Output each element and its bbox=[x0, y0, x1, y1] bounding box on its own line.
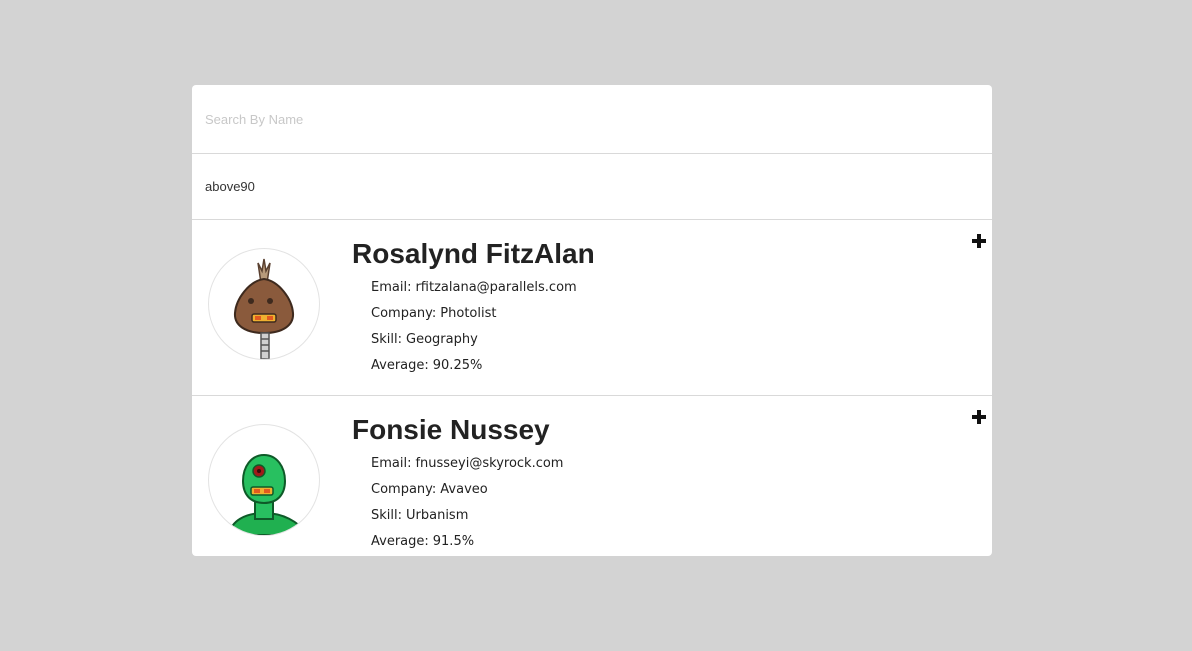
search-by-name-input[interactable] bbox=[192, 85, 992, 153]
average-value: 90.25% bbox=[432, 358, 483, 373]
student-item: Fonsie Nussey Email: fnusseyi@skyrock.com… bbox=[192, 396, 992, 556]
skill-label: Skill: bbox=[371, 508, 402, 523]
company-value: Avaveo bbox=[440, 482, 488, 497]
skill-value: Geography bbox=[406, 332, 478, 347]
avatar bbox=[208, 424, 320, 536]
email-label: Email: bbox=[371, 280, 412, 295]
company-line: Company: Avaveo bbox=[371, 478, 563, 504]
robot-brown-avatar-icon bbox=[233, 258, 295, 359]
tag-filter-row bbox=[192, 154, 992, 220]
skill-line: Skill: Geography bbox=[371, 328, 577, 354]
company-line: Company: Photolist bbox=[371, 302, 577, 328]
average-value: 91.5% bbox=[432, 534, 475, 549]
tag-filter-input[interactable] bbox=[192, 154, 992, 219]
email-line: Email: fnusseyi@skyrock.com bbox=[371, 452, 563, 478]
student-item: Rosalynd FitzAlan Email: rfitzalana@paral… bbox=[192, 220, 992, 396]
expand-plus-icon[interactable] bbox=[972, 410, 986, 424]
email-line: Email: rfitzalana@parallels.com bbox=[371, 276, 577, 302]
expand-plus-icon[interactable] bbox=[972, 234, 986, 248]
student-name: Rosalynd FitzAlan bbox=[352, 238, 595, 269]
skill-label: Skill: bbox=[371, 332, 402, 347]
student-details: Email: fnusseyi@skyrock.com Company: Avave… bbox=[371, 452, 563, 556]
skill-line: Skill: Urbanism bbox=[371, 504, 563, 530]
skill-value: Urbanism bbox=[406, 508, 469, 523]
email-value: rfitzalana@parallels.com bbox=[415, 280, 577, 295]
average-line: Average: 90.25% bbox=[371, 354, 577, 380]
average-line: Average: 91.5% bbox=[371, 530, 563, 556]
avatar bbox=[208, 248, 320, 360]
email-label: Email: bbox=[371, 456, 412, 471]
company-label: Company: bbox=[371, 482, 437, 497]
robot-green-avatar-icon bbox=[227, 453, 311, 535]
email-value: fnusseyi@skyrock.com bbox=[415, 456, 564, 471]
average-label: Average: bbox=[371, 534, 429, 549]
company-label: Company: bbox=[371, 306, 437, 321]
student-details: Email: rfitzalana@parallels.com Company: P… bbox=[371, 276, 577, 380]
average-label: Average: bbox=[371, 358, 429, 373]
student-card-container: Rosalynd FitzAlan Email:rfitzalana@paral… bbox=[192, 85, 992, 556]
search-row bbox=[192, 85, 992, 154]
company-value: Photolist bbox=[440, 306, 497, 321]
student-name: Fonsie Nussey bbox=[352, 414, 550, 445]
